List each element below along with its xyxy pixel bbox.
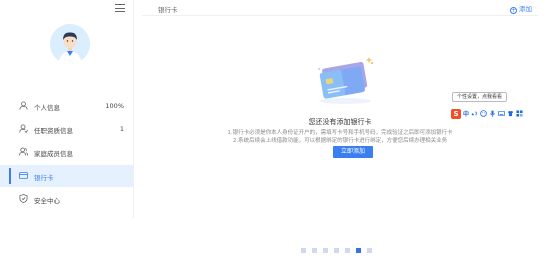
sidebar-item-label: 个人信息: [34, 104, 60, 112]
count-value: 1: [119, 125, 124, 133]
add-card-label: 添加: [519, 5, 532, 13]
empty-bank-card-illustration: [317, 57, 373, 104]
toolbox-icon[interactable]: [516, 110, 523, 117]
empty-state-description-2: 2.系统后续会上线借款功能，可以根据绑定的银行卡进行绑定，方便您后续办理相关业务: [232, 138, 448, 144]
sidebar-item-qualification[interactable]: 任职资质信息 1: [0, 118, 134, 140]
skin-icon[interactable]: [507, 110, 514, 117]
ime-tooltip: 个性设置，点我看看: [452, 92, 508, 102]
sidebar-item-label: 任职资质信息: [34, 127, 73, 135]
ime-language-toggle[interactable]: 中: [463, 109, 469, 118]
hamburger-menu-icon[interactable]: [115, 4, 125, 12]
empty-state-description-1: 1.银行卡必须是你本人身份证开户的，需填写卡号和手机号码，完成验证之后即可添加银…: [227, 130, 453, 136]
add-card-link[interactable]: + 添加: [510, 3, 532, 14]
sidebar-item-bank-card[interactable]: 银行卡: [0, 165, 134, 187]
page-title: 银行卡: [158, 6, 178, 14]
pagination-dot[interactable]: [345, 248, 350, 253]
sidebar-item-personal-info[interactable]: 个人信息 100%: [0, 95, 134, 117]
header-divider: [142, 15, 538, 16]
user-icon: [19, 101, 28, 110]
punctuation-icon[interactable]: [471, 110, 478, 117]
pagination-dot[interactable]: [356, 248, 361, 253]
ime-toolbar[interactable]: S 中: [450, 108, 544, 119]
sidebar-item-security[interactable]: 安全中心: [0, 188, 134, 210]
pagination-dot[interactable]: [312, 248, 317, 253]
microphone-icon[interactable]: [489, 110, 496, 117]
keyboard-icon[interactable]: [498, 110, 505, 117]
plus-circle-icon: +: [510, 7, 517, 14]
shield-icon: [19, 194, 28, 203]
pagination-dot[interactable]: [301, 248, 306, 253]
sidebar-item-label: 银行卡: [34, 174, 54, 182]
sidebar: 个人信息 100% 任职资质信息 1 家庭成员信息 银行卡 安全中心: [0, 0, 134, 218]
add-bank-card-button[interactable]: 立即添加: [333, 146, 373, 158]
user-badge-icon: [19, 124, 28, 133]
emoji-icon[interactable]: [480, 110, 487, 117]
pagination-dot[interactable]: [367, 248, 372, 253]
sidebar-item-label: 安全中心: [34, 197, 60, 205]
sidebar-item-label: 家庭成员信息: [34, 150, 73, 158]
pagination-dots: [301, 248, 372, 253]
family-icon: [19, 147, 28, 156]
avatar: [50, 24, 90, 64]
card-icon: [19, 172, 28, 179]
ime-logo-icon[interactable]: S: [451, 108, 461, 119]
pagination-dot[interactable]: [334, 248, 339, 253]
sidebar-item-family[interactable]: 家庭成员信息: [0, 141, 134, 163]
completion-value: 100%: [105, 102, 124, 110]
pagination-dot[interactable]: [323, 248, 328, 253]
